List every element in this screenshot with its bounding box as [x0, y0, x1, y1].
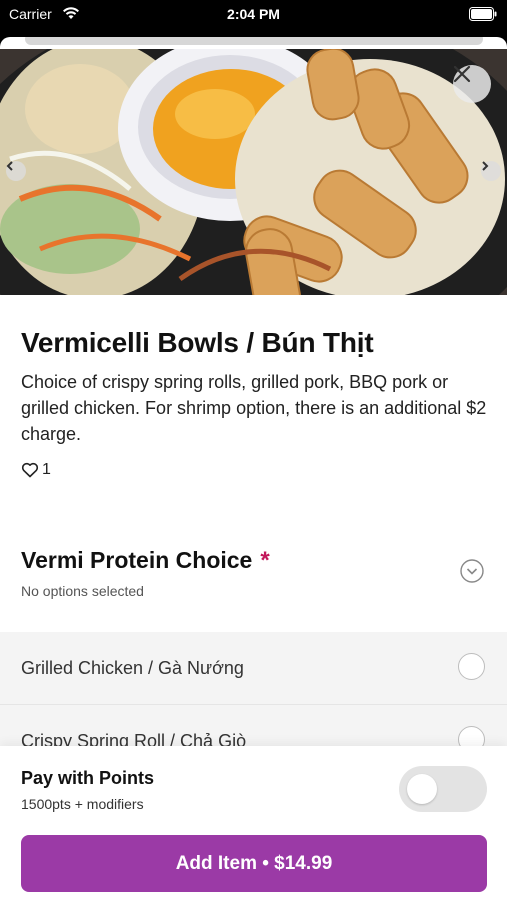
carousel-prev-button[interactable]	[6, 161, 26, 181]
chevron-right-icon	[482, 161, 489, 171]
toggle-knob	[407, 774, 437, 804]
hero-image	[0, 49, 507, 295]
status-time: 2:04 PM	[227, 6, 280, 22]
food-photo	[0, 49, 507, 295]
footer-panel: Pay with Points 1500pts + modifiers Add …	[0, 746, 507, 900]
chevron-down-icon[interactable]	[460, 559, 484, 583]
status-bar: Carrier 2:04 PM	[0, 0, 507, 30]
option-row[interactable]: Crispy Spring Roll / Chả Giò	[0, 705, 507, 752]
close-button[interactable]	[453, 65, 491, 103]
close-icon	[453, 65, 471, 83]
likes-count: 1	[42, 461, 51, 478]
like-button[interactable]: 1	[21, 461, 51, 479]
option-group-title-text: Vermi Protein Choice	[21, 547, 253, 573]
pay-with-points-label: Pay with Points	[21, 768, 155, 788]
option-row[interactable]: Grilled Chicken / Gà Nướng	[0, 632, 507, 705]
item-description: Choice of crispy spring rolls, grilled p…	[21, 372, 487, 444]
option-group-subtitle: No options selected	[21, 583, 144, 599]
item-title: Vermicelli Bowls / Bún Thịt	[21, 327, 374, 358]
sheet-backdrop-edge	[25, 37, 483, 45]
option-group-title: Vermi Protein Choice *	[21, 547, 270, 575]
required-mark: *	[260, 547, 270, 574]
option-label: Grilled Chicken / Gà Nướng	[21, 658, 244, 678]
points-subtitle: 1500pts + modifiers	[21, 796, 144, 812]
chevron-left-icon	[6, 161, 13, 171]
battery-icon	[469, 7, 497, 21]
pay-with-points-toggle[interactable]	[399, 766, 487, 812]
item-detail-sheet: Vermicelli Bowls / Bún Thịt Choice of cr…	[0, 37, 507, 900]
option-radio[interactable]	[458, 653, 485, 680]
add-item-button[interactable]: Add Item • $14.99	[21, 835, 487, 892]
options-list: Grilled Chicken / Gà Nướng Crispy Spring…	[0, 632, 507, 752]
carousel-next-button[interactable]	[481, 161, 501, 181]
heart-icon	[21, 462, 39, 478]
